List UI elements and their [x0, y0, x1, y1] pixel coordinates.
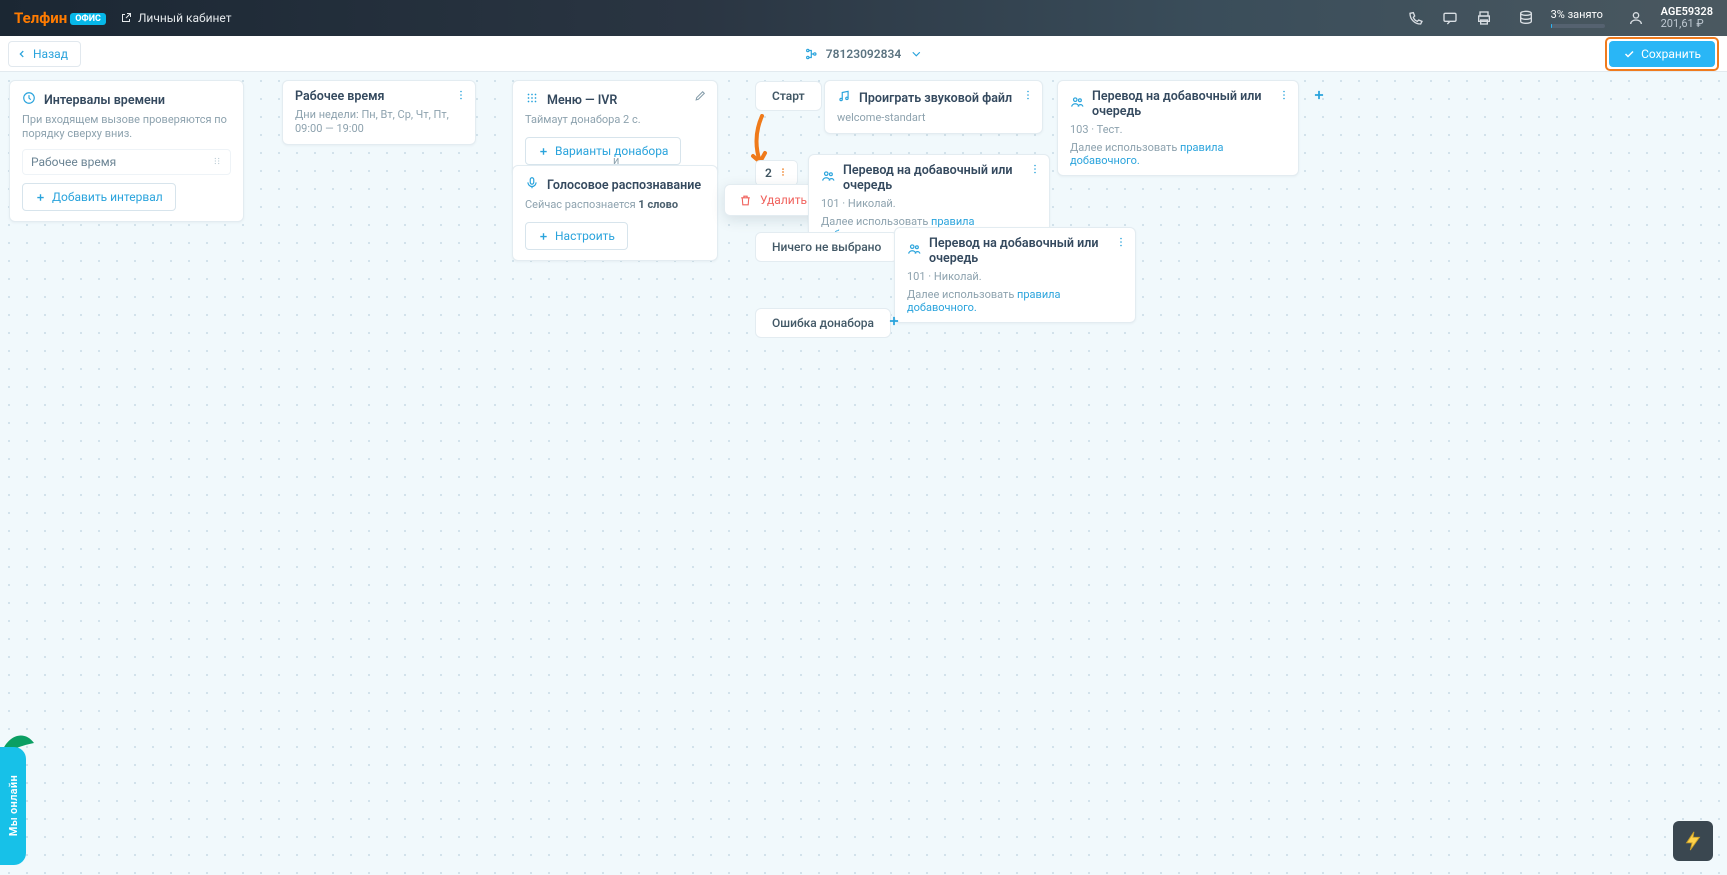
transfer2-title: Перевод на добавочный или очередь [843, 163, 1037, 193]
kebab-icon[interactable] [1029, 163, 1041, 178]
sound-sub: welcome-standart [837, 111, 1030, 125]
transfer1-rule: Далее использовать правила добавочного. [1070, 141, 1286, 167]
kebab-icon[interactable] [455, 89, 467, 104]
transfer-card-1[interactable]: Перевод на добавочный или очередь 103 · … [1057, 80, 1299, 176]
add-interval-button[interactable]: Добавить интервал [22, 183, 176, 211]
account-block[interactable]: AGE59328 201,61 ₽ [1619, 3, 1713, 33]
voice-card[interactable]: Голосовое распознавание Сейчас распознае… [512, 165, 718, 261]
brand-badge: ОФИС [70, 13, 106, 25]
trash-icon [739, 194, 752, 207]
add-interval-label: Добавить интервал [52, 190, 163, 204]
account-balance: 201,61 ₽ [1661, 18, 1713, 30]
save-highlight: Сохранить [1605, 37, 1719, 71]
transfer3-sub: 101 · Николай. [907, 270, 1123, 284]
worktime-card[interactable]: Рабочее время Дни недели: Пн, Вт, Ср, Чт… [282, 80, 476, 145]
account-link-label: Личный кабинет [138, 11, 232, 25]
drag-icon [212, 155, 222, 169]
add-error-step-button[interactable] [887, 313, 901, 332]
people-icon [907, 242, 921, 260]
voice-configure-button[interactable]: Настроить [525, 222, 628, 250]
back-label: Назад [33, 47, 68, 61]
bolt-icon [1682, 830, 1704, 852]
chevron-down-icon [909, 47, 923, 61]
chat-icon[interactable] [1435, 3, 1465, 33]
pencil-icon[interactable] [694, 89, 707, 105]
kebab-icon[interactable] [778, 166, 788, 180]
ivr-variants-label: Варианты донабора [555, 144, 668, 158]
sound-card[interactable]: Проиграть звуковой файл welcome-standart [824, 80, 1043, 134]
route-icon [804, 47, 818, 61]
usage-bar [1551, 24, 1605, 28]
kebab-icon[interactable] [1115, 236, 1127, 251]
music-icon [837, 89, 851, 107]
voice-title: Голосовое распознавание [547, 178, 701, 193]
ivr-title: Меню — IVR [547, 93, 617, 108]
brand-part1: Телфин [14, 9, 67, 27]
storage-icon [1511, 3, 1541, 33]
usage-label: 3% занято [1551, 9, 1605, 21]
live-chat-label: Мы онлайн [7, 775, 20, 836]
kebab-icon[interactable] [1278, 89, 1290, 104]
interval-row[interactable]: Рабочее время [22, 149, 231, 175]
brand-logo: ТелфинОФИС [14, 9, 106, 27]
ivr-variants-button[interactable]: Варианты донабора [525, 137, 681, 165]
transfer3-title: Перевод на добавочный или очередь [929, 236, 1123, 266]
worktime-sub: Дни недели: Пн, Вт, Ср, Чт, Пт, 09:00 — … [295, 108, 463, 136]
transfer3-rule: Далее использовать правила добавочного. [907, 288, 1123, 314]
mic-icon [525, 176, 539, 194]
intervals-sub: При входящем вызове проверяются по поряд… [22, 113, 231, 141]
kebab-icon[interactable] [1022, 89, 1034, 104]
phone-selector[interactable]: 78123092834 [804, 47, 923, 61]
back-button[interactable]: Назад [8, 41, 81, 67]
error-pill[interactable]: Ошибка донабора [755, 308, 891, 338]
delete-label: Удалить [760, 193, 807, 207]
digit-2-chip[interactable]: 2 [755, 160, 798, 186]
dialpad-icon [525, 91, 539, 109]
user-icon [1621, 3, 1651, 33]
save-label: Сохранить [1641, 47, 1701, 61]
sound-title: Проиграть звуковой файл [859, 91, 1012, 106]
clock-icon [22, 91, 36, 109]
usage-indicator[interactable]: 3% занято [1509, 3, 1605, 33]
live-chat-tab[interactable]: Мы онлайн [0, 747, 26, 865]
flow-canvas[interactable]: Интервалы времени При входящем вызове пр… [0, 72, 1727, 875]
transfer-card-3[interactable]: Перевод на добавочный или очередь 101 · … [894, 227, 1136, 323]
start-pill[interactable]: Старт [755, 81, 822, 111]
digit-2-label: 2 [765, 166, 772, 180]
ivr-sub: Таймаут донабора 2 с. [525, 113, 705, 127]
people-icon [1070, 95, 1084, 113]
add-step-button[interactable] [1312, 87, 1326, 106]
subbar: Назад 78123092834 Сохранить [0, 36, 1727, 72]
transfer2-sub: 101 · Николай. [821, 197, 1037, 211]
nothing-pill[interactable]: Ничего не выбрано [755, 232, 898, 262]
topbar: ТелфинОФИС Личный кабинет 3% занято AGE5… [0, 0, 1727, 36]
phone-number: 78123092834 [826, 47, 901, 61]
worktime-title: Рабочее время [295, 89, 385, 104]
softphone-icon[interactable] [1401, 3, 1431, 33]
voice-configure-label: Настроить [555, 229, 615, 243]
help-badge[interactable] [1673, 821, 1713, 861]
print-icon[interactable] [1469, 3, 1499, 33]
interval-row-label: Рабочее время [31, 155, 116, 169]
people-icon [821, 169, 835, 187]
save-button[interactable]: Сохранить [1609, 41, 1715, 67]
intervals-title: Интервалы времени [44, 93, 165, 108]
voice-sub: Сейчас распознается 1 слово [525, 198, 705, 212]
transfer1-sub: 103 · Тест. [1070, 123, 1286, 137]
intervals-card: Интервалы времени При входящем вызове пр… [9, 80, 244, 222]
account-link[interactable]: Личный кабинет [120, 11, 232, 25]
transfer1-title: Перевод на добавочный или очередь [1092, 89, 1286, 119]
